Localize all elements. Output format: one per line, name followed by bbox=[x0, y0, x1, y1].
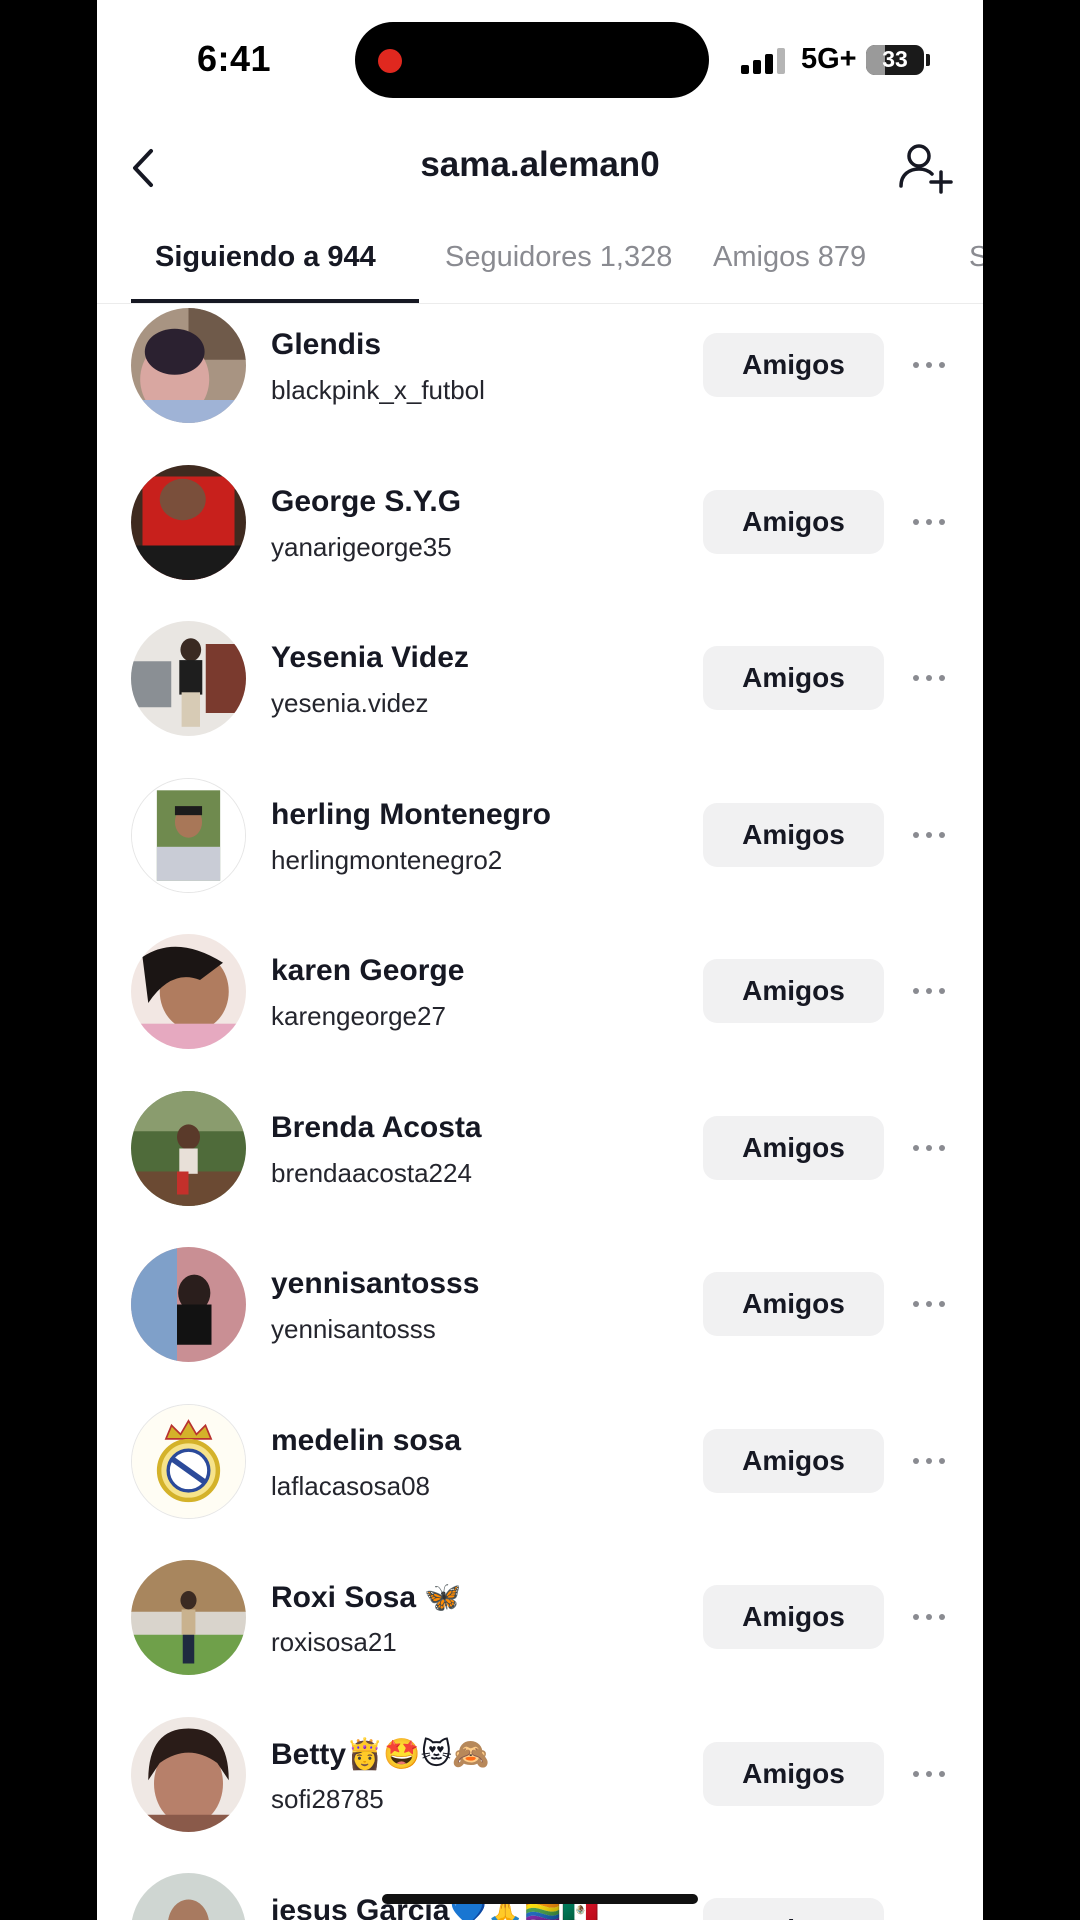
friends-button[interactable]: Amigos bbox=[703, 333, 884, 397]
more-icon bbox=[913, 988, 945, 994]
user-handle: yanarigeorge35 bbox=[271, 532, 452, 562]
user-handle: karengeorge27 bbox=[271, 1001, 446, 1031]
list-item: Glendis blackpink_x_futbol Amigos bbox=[97, 287, 983, 444]
user-name: medelin sosa bbox=[271, 1424, 462, 1457]
avatar[interactable] bbox=[131, 1404, 246, 1519]
more-icon bbox=[913, 1614, 945, 1620]
friends-button[interactable]: Amigos bbox=[703, 803, 884, 867]
user-handle: roxisosa21 bbox=[271, 1627, 397, 1657]
more-options-button[interactable] bbox=[912, 1914, 946, 1920]
list-item: Brenda Acosta brendaacosta224 Amigos bbox=[97, 1070, 983, 1227]
user-name: George S.Y.G bbox=[271, 485, 462, 518]
add-user-button[interactable] bbox=[897, 140, 953, 196]
friends-button[interactable]: Amigos bbox=[703, 1742, 884, 1806]
user-handle: blackpink_x_futbol bbox=[271, 375, 485, 405]
dynamic-island bbox=[355, 22, 709, 98]
friends-button[interactable]: Amigos bbox=[703, 490, 884, 554]
user-handle: sofi28785 bbox=[271, 1784, 384, 1814]
list-item: Betty👸🤩😻🙈 sofi28785 Amigos bbox=[97, 1696, 983, 1853]
user-handle: brendaacosta224 bbox=[271, 1158, 472, 1188]
more-icon bbox=[913, 1145, 945, 1151]
battery-percent: 33 bbox=[882, 46, 908, 72]
more-options-button[interactable] bbox=[912, 1445, 946, 1477]
avatar[interactable] bbox=[131, 1873, 246, 1920]
app-screen: 6:41 5G+ 33 sama.aleman0 Siguiendo a 944… bbox=[97, 0, 983, 1920]
avatar[interactable] bbox=[131, 1717, 246, 1832]
list-item: medelin sosa laflacasosa08 Amigos bbox=[97, 1383, 983, 1540]
more-icon bbox=[913, 1301, 945, 1307]
more-options-button[interactable] bbox=[912, 506, 946, 538]
user-name: Brenda Acosta bbox=[271, 1111, 482, 1144]
list-item: yennisantosss yennisantosss Amigos bbox=[97, 1226, 983, 1383]
user-name: yennisantosss bbox=[271, 1267, 480, 1300]
more-options-button[interactable] bbox=[912, 1601, 946, 1633]
avatar[interactable] bbox=[131, 1091, 246, 1206]
list-item: Yesenia Videz yesenia.videz Amigos bbox=[97, 600, 983, 757]
tab-suggested[interactable]: S bbox=[969, 241, 983, 274]
list-item: jesus Garcia💙🙏🏳️‍🌈🇲🇽 Amigos bbox=[97, 1852, 983, 1920]
more-icon bbox=[913, 1771, 945, 1777]
friends-button[interactable]: Amigos bbox=[703, 1585, 884, 1649]
more-icon bbox=[912, 1914, 946, 1920]
list-item: herling Montenegro herlingmontenegro2 Am… bbox=[97, 757, 983, 914]
more-options-button[interactable] bbox=[912, 1288, 946, 1320]
user-name: Yesenia Videz bbox=[271, 641, 469, 674]
avatar[interactable] bbox=[131, 1247, 246, 1362]
avatar[interactable] bbox=[131, 1560, 246, 1675]
more-options-button[interactable] bbox=[912, 975, 946, 1007]
user-name: karen George bbox=[271, 954, 465, 987]
tab-friends[interactable]: Amigos 879 bbox=[713, 241, 866, 274]
user-handle: laflacasosa08 bbox=[271, 1471, 430, 1501]
user-name: herling Montenegro bbox=[271, 798, 551, 831]
friends-button[interactable]: Amigos bbox=[703, 1116, 884, 1180]
recording-indicator-icon bbox=[378, 49, 402, 73]
avatar[interactable] bbox=[131, 934, 246, 1049]
avatar[interactable] bbox=[131, 778, 246, 893]
friends-button[interactable]: Amigos bbox=[703, 1898, 884, 1920]
network-label: 5G+ bbox=[801, 43, 857, 75]
friends-button[interactable]: Amigos bbox=[703, 1429, 884, 1493]
add-user-icon bbox=[899, 144, 953, 194]
user-name: Betty👸🤩😻🙈 bbox=[271, 1738, 490, 1771]
more-icon bbox=[913, 675, 945, 681]
user-name: Roxi Sosa 🦋 bbox=[271, 1581, 462, 1614]
more-options-button[interactable] bbox=[912, 662, 946, 694]
more-icon bbox=[913, 519, 945, 525]
more-icon bbox=[913, 1458, 945, 1464]
list-item: karen George karengeorge27 Amigos bbox=[97, 913, 983, 1070]
tab-following[interactable]: Siguiendo a 944 bbox=[155, 241, 376, 274]
avatar[interactable] bbox=[131, 308, 246, 423]
home-indicator[interactable] bbox=[382, 1894, 698, 1904]
avatar[interactable] bbox=[131, 621, 246, 736]
list-item: Roxi Sosa 🦋 roxisosa21 Amigos bbox=[97, 1539, 983, 1696]
friends-button[interactable]: Amigos bbox=[703, 959, 884, 1023]
more-options-button[interactable] bbox=[912, 1758, 946, 1790]
more-options-button[interactable] bbox=[912, 349, 946, 381]
user-handle: yesenia.videz bbox=[271, 688, 429, 718]
signal-icon bbox=[741, 46, 791, 74]
user-handle: yennisantosss bbox=[271, 1314, 436, 1344]
more-icon bbox=[913, 362, 945, 368]
battery-nub bbox=[926, 54, 930, 66]
list-item: George S.Y.G yanarigeorge35 Amigos bbox=[97, 444, 983, 601]
status-time: 6:41 bbox=[197, 38, 272, 79]
user-handle: herlingmontenegro2 bbox=[271, 845, 503, 875]
user-name: Glendis bbox=[271, 328, 382, 361]
more-options-button[interactable] bbox=[912, 819, 946, 851]
more-options-button[interactable] bbox=[912, 1132, 946, 1164]
tab-followers[interactable]: Seguidores 1,328 bbox=[445, 241, 672, 274]
friends-button[interactable]: Amigos bbox=[703, 1272, 884, 1336]
more-icon bbox=[913, 832, 945, 838]
friends-button[interactable]: Amigos bbox=[703, 646, 884, 710]
battery-icon: 33 bbox=[866, 45, 924, 75]
avatar[interactable] bbox=[131, 465, 246, 580]
page-title: sama.aleman0 bbox=[420, 145, 660, 184]
